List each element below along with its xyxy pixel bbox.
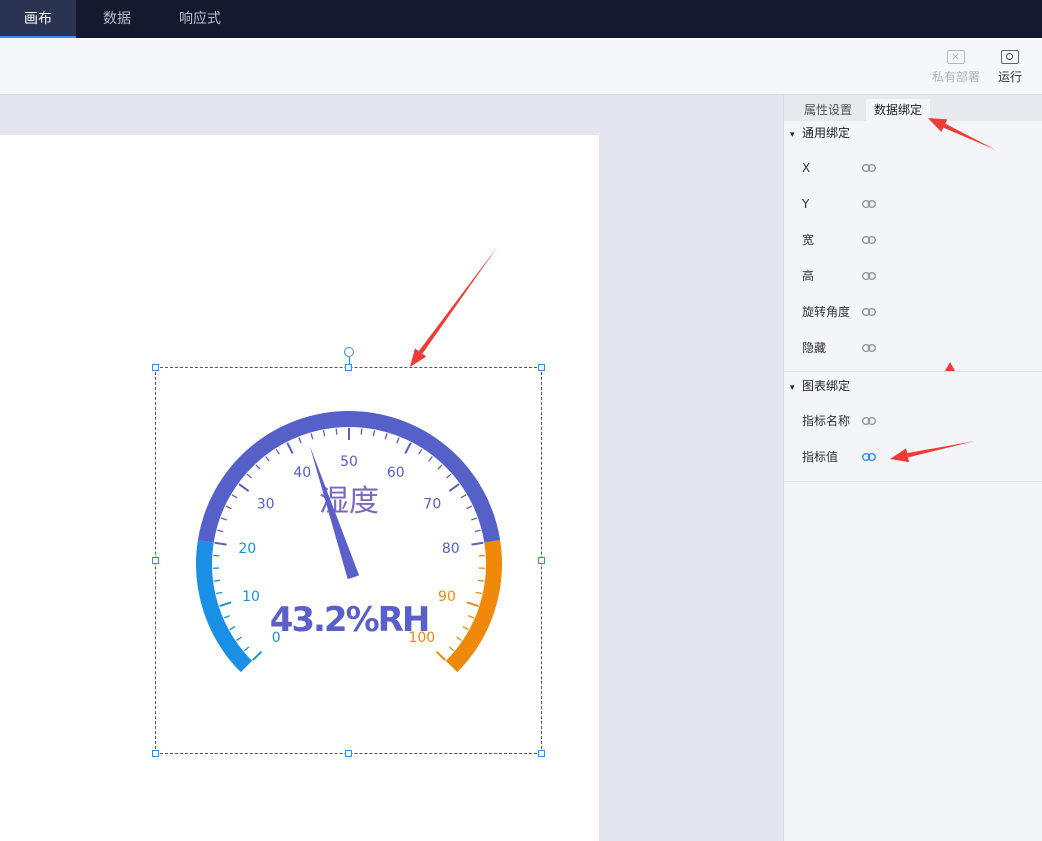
canvas-page[interactable]: 0 10 20 30 40 50 60 70 80 90 100 湿度 43.2%RH xyxy=(0,135,599,841)
binding-label: 隐藏 xyxy=(802,341,827,355)
private-deploy-button[interactable]: × 私有部署 xyxy=(930,50,982,85)
link-icon[interactable] xyxy=(862,236,876,244)
run-button[interactable]: 运行 xyxy=(993,50,1027,85)
binding-row-y: Y xyxy=(784,186,1042,222)
binding-label: Y xyxy=(802,197,810,211)
resize-handle-nw[interactable] xyxy=(152,364,159,371)
link-icon[interactable] xyxy=(862,344,876,352)
link-icon[interactable] xyxy=(862,200,876,208)
selection-box[interactable] xyxy=(152,347,545,757)
binding-row-metric-value: 指标值 xyxy=(784,439,1042,475)
binding-row-rotation: 旋转角度 xyxy=(784,294,1042,330)
binding-label: 高 xyxy=(802,269,815,283)
resize-handle-s[interactable] xyxy=(345,750,352,757)
tab-property-settings[interactable]: 属性设置 xyxy=(796,99,860,121)
tab-canvas[interactable]: 画布 xyxy=(0,0,76,38)
link-icon[interactable] xyxy=(862,272,876,280)
top-nav-bar: 画布 数据 响应式 xyxy=(0,0,1042,38)
tab-data[interactable]: 数据 xyxy=(76,0,158,38)
resize-handle-ne[interactable] xyxy=(538,364,545,371)
chart-binding-title: 图表绑定 xyxy=(802,379,851,393)
binding-row-width: 宽 xyxy=(784,222,1042,258)
general-binding-title: 通用绑定 xyxy=(802,126,851,140)
general-binding-section: ▾ 通用绑定 X Y 宽 高 旋转角度 隐藏 xyxy=(784,121,1042,372)
panel-tabs: 属性设置 数据绑定 xyxy=(784,95,1042,121)
rotate-handle[interactable] xyxy=(344,347,354,357)
link-icon[interactable] xyxy=(862,417,876,425)
chart-binding-header[interactable]: ▾ 图表绑定 xyxy=(784,374,1042,398)
binding-label: 旋转角度 xyxy=(802,305,851,319)
canvas-area[interactable]: 0 10 20 30 40 50 60 70 80 90 100 湿度 43.2%RH xyxy=(0,95,783,841)
chevron-down-icon: ▾ xyxy=(790,130,795,140)
binding-row-hidden: 隐藏 xyxy=(784,330,1042,366)
link-icon[interactable] xyxy=(862,308,876,316)
tab-responsive[interactable]: 响应式 xyxy=(158,0,242,38)
general-binding-header[interactable]: ▾ 通用绑定 xyxy=(784,121,1042,145)
toolbar: × 私有部署 运行 xyxy=(0,38,1042,95)
link-icon-active[interactable] xyxy=(862,453,876,461)
binding-row-x: X xyxy=(784,150,1042,186)
chevron-down-icon: ▾ xyxy=(790,383,795,393)
binding-row-metric-name: 指标名称 xyxy=(784,403,1042,439)
preview-icon xyxy=(1001,50,1019,64)
resize-handle-se[interactable] xyxy=(538,750,545,757)
resize-handle-e[interactable] xyxy=(538,557,545,564)
property-panel: 属性设置 数据绑定 ▾ 通用绑定 X Y 宽 高 旋转角度 隐藏 ▾ 图表绑定 指标… xyxy=(783,95,1042,841)
binding-label: 指标名称 xyxy=(802,414,851,428)
binding-label: 宽 xyxy=(802,233,815,247)
resize-handle-w[interactable] xyxy=(152,557,159,564)
private-deploy-label: 私有部署 xyxy=(931,70,980,84)
binding-label: 指标值 xyxy=(802,450,839,464)
link-icon[interactable] xyxy=(862,164,876,172)
run-label: 运行 xyxy=(997,70,1022,84)
tab-data-binding[interactable]: 数据绑定 xyxy=(866,99,931,121)
resize-handle-sw[interactable] xyxy=(152,750,159,757)
binding-label: X xyxy=(802,161,811,175)
chart-binding-section: ▾ 图表绑定 指标名称 指标值 xyxy=(784,374,1042,482)
close-box-icon: × xyxy=(947,50,965,64)
binding-row-height: 高 xyxy=(784,258,1042,294)
resize-handle-n[interactable] xyxy=(345,364,352,371)
